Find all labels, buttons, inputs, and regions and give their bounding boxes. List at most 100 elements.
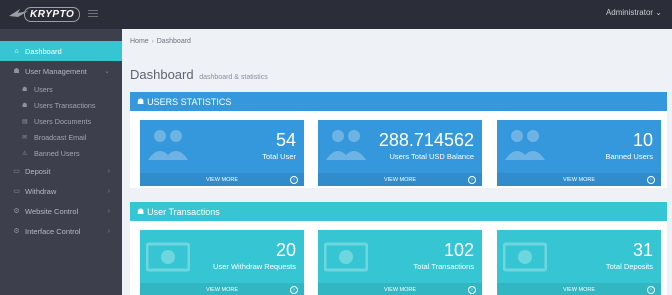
page-title: Dashboard dashboard & statistics [130, 67, 268, 82]
top-bar: KRYPTO Administrator ⌄ [0, 0, 672, 29]
users-icon: ☗ [137, 207, 145, 216]
view-more-button[interactable]: VIEW MORE › [497, 173, 661, 186]
sidebar-item-label: Interface Control [25, 226, 81, 236]
file-icon: ▤ [22, 118, 28, 125]
sidebar-item-label: Website Control [25, 206, 79, 216]
stat-card-withdraw-requests: 20 User Withdraw Requests VIEW MORE › [140, 230, 304, 295]
sidebar-subitem-users[interactable]: ☗ Users [0, 81, 122, 97]
arrow-circle-right-icon: › [468, 175, 476, 184]
sidebar-subitem-label: Users Transactions [34, 100, 96, 110]
view-more-label: VIEW MORE [205, 176, 239, 183]
stat-label: Total Deposits [605, 262, 653, 271]
sidebar-subitem-users-documents[interactable]: ▤ Users Documents [0, 113, 122, 129]
stat-card-total-transactions: 102 Total Transactions VIEW MORE › [318, 230, 482, 295]
view-more-label: VIEW MORE [205, 286, 239, 293]
users-icon: ☗ [22, 86, 28, 93]
money-icon [503, 242, 547, 272]
stat-value: 102 [443, 240, 474, 260]
stat-label: Users Total USD Balance [389, 152, 474, 161]
arrow-circle-right-icon: › [468, 285, 476, 294]
panel-header: ☗ USERS STATISTICS [130, 92, 667, 111]
users-icon: ☗ [22, 102, 28, 109]
sidebar-subitem-label: Users [34, 84, 53, 94]
view-more-button[interactable]: VIEW MORE › [318, 283, 482, 295]
user-menu[interactable]: Administrator ⌄ [606, 8, 662, 17]
arrow-circle-right-icon: › [290, 285, 298, 294]
main-content: Home › Dashboard Dashboard dashboard & sta… [122, 29, 672, 295]
sidebar-item-label: Dashboard [25, 46, 62, 56]
stat-value: 31 [632, 240, 653, 260]
chevron-right-icon: › [107, 207, 110, 215]
brand-wing-icon [8, 7, 30, 21]
sidebar-subitem-banned-users[interactable]: ⚠ Banned Users [0, 145, 122, 161]
view-more-label: VIEW MORE [562, 286, 596, 293]
stat-value: 20 [275, 240, 296, 260]
sidebar-item-withdraw[interactable]: ▭ Withdraw › [0, 181, 122, 201]
page-title-text: Dashboard [130, 67, 194, 82]
panel-title: User Transactions [147, 206, 220, 217]
brand-name: KRYPTO [24, 6, 81, 22]
sidebar-item-label: Withdraw [25, 186, 57, 196]
money-icon [324, 242, 368, 272]
sidebar-subitem-label: Users Documents [34, 116, 92, 126]
sidebar-item-website-control[interactable]: ⚙ Website Control › [0, 201, 122, 221]
panel-title: USERS STATISTICS [147, 96, 232, 107]
sidebar-subitem-users-transactions[interactable]: ☗ Users Transactions [0, 97, 122, 113]
breadcrumb-home[interactable]: Home [130, 38, 149, 45]
stat-card-total-user: 54 Total User VIEW MORE › [140, 120, 304, 186]
chevron-down-icon: ⌄ [655, 8, 662, 17]
menu-toggle-icon[interactable] [88, 10, 98, 18]
mail-icon: ✉ [22, 134, 28, 141]
panel-header: ☗ User Transactions [130, 202, 667, 221]
gears-icon: ⚙ [13, 208, 20, 215]
stat-card-usd-balance: 288.714562 Users Total USD Balance VIEW … [318, 120, 482, 186]
card-icon: ▭ [13, 168, 20, 175]
chevron-right-icon: › [107, 227, 110, 235]
stat-card-banned-users: 10 Banned Users VIEW MORE › [497, 120, 661, 186]
sidebar-item-label: Deposit [25, 166, 51, 176]
breadcrumb: Home › Dashboard [130, 38, 191, 45]
sidebar-item-interface-control[interactable]: ⚙ Interface Control › [0, 221, 122, 241]
users-icon: ☗ [137, 97, 145, 106]
stat-value: 10 [632, 130, 653, 150]
stat-card-total-deposits: 31 Total Deposits VIEW MORE › [497, 230, 661, 295]
arrow-circle-right-icon: › [647, 175, 655, 184]
gears-icon: ⚙ [13, 228, 20, 235]
ban-user-icon: ⚠ [22, 150, 28, 157]
chevron-down-icon: ⌄ [104, 68, 110, 75]
arrow-circle-right-icon: › [647, 285, 655, 294]
user-menu-label: Administrator [605, 8, 654, 17]
sidebar-item-label: User Management [25, 66, 87, 76]
sidebar-item-deposit[interactable]: ▭ Deposit › [0, 161, 122, 181]
view-more-button[interactable]: VIEW MORE › [140, 283, 304, 295]
chevron-right-icon: › [107, 167, 110, 175]
stat-label: User Withdraw Requests [213, 262, 296, 271]
sidebar: ⌂ Dashboard ☗ User Management ⌄ ☗ Users … [0, 29, 128, 295]
stat-value: 288.714562 [378, 130, 474, 150]
card-icon: ▭ [13, 188, 20, 195]
page-subtitle: dashboard & statistics [199, 74, 268, 81]
stat-label: Banned Users [605, 152, 653, 161]
breadcrumb-separator-icon: › [151, 39, 154, 45]
money-icon [146, 242, 190, 272]
view-more-label: VIEW MORE [383, 176, 417, 183]
sidebar-subitem-label: Broadcast Email [34, 132, 87, 142]
arrow-circle-right-icon: › [290, 175, 298, 184]
home-icon: ⌂ [14, 47, 19, 55]
view-more-button[interactable]: VIEW MORE › [140, 173, 304, 186]
view-more-button[interactable]: VIEW MORE › [318, 173, 482, 186]
sidebar-subitem-broadcast-email[interactable]: ✉ Broadcast Email [0, 129, 122, 145]
view-more-label: VIEW MORE [383, 286, 417, 293]
stat-value: 54 [275, 130, 296, 150]
stat-label: Total User [262, 152, 296, 161]
users-icon [148, 130, 188, 160]
brand-logo[interactable]: KRYPTO [8, 4, 81, 24]
users-icon [505, 130, 545, 160]
view-more-button[interactable]: VIEW MORE › [497, 283, 661, 295]
users-icon: ☗ [13, 68, 20, 75]
sidebar-item-user-management[interactable]: ☗ User Management ⌄ [0, 61, 122, 81]
view-more-label: VIEW MORE [562, 176, 596, 183]
stat-label: Total Transactions [413, 262, 474, 271]
sidebar-item-dashboard[interactable]: ⌂ Dashboard [0, 41, 128, 61]
sidebar-subitem-label: Banned Users [34, 148, 80, 158]
